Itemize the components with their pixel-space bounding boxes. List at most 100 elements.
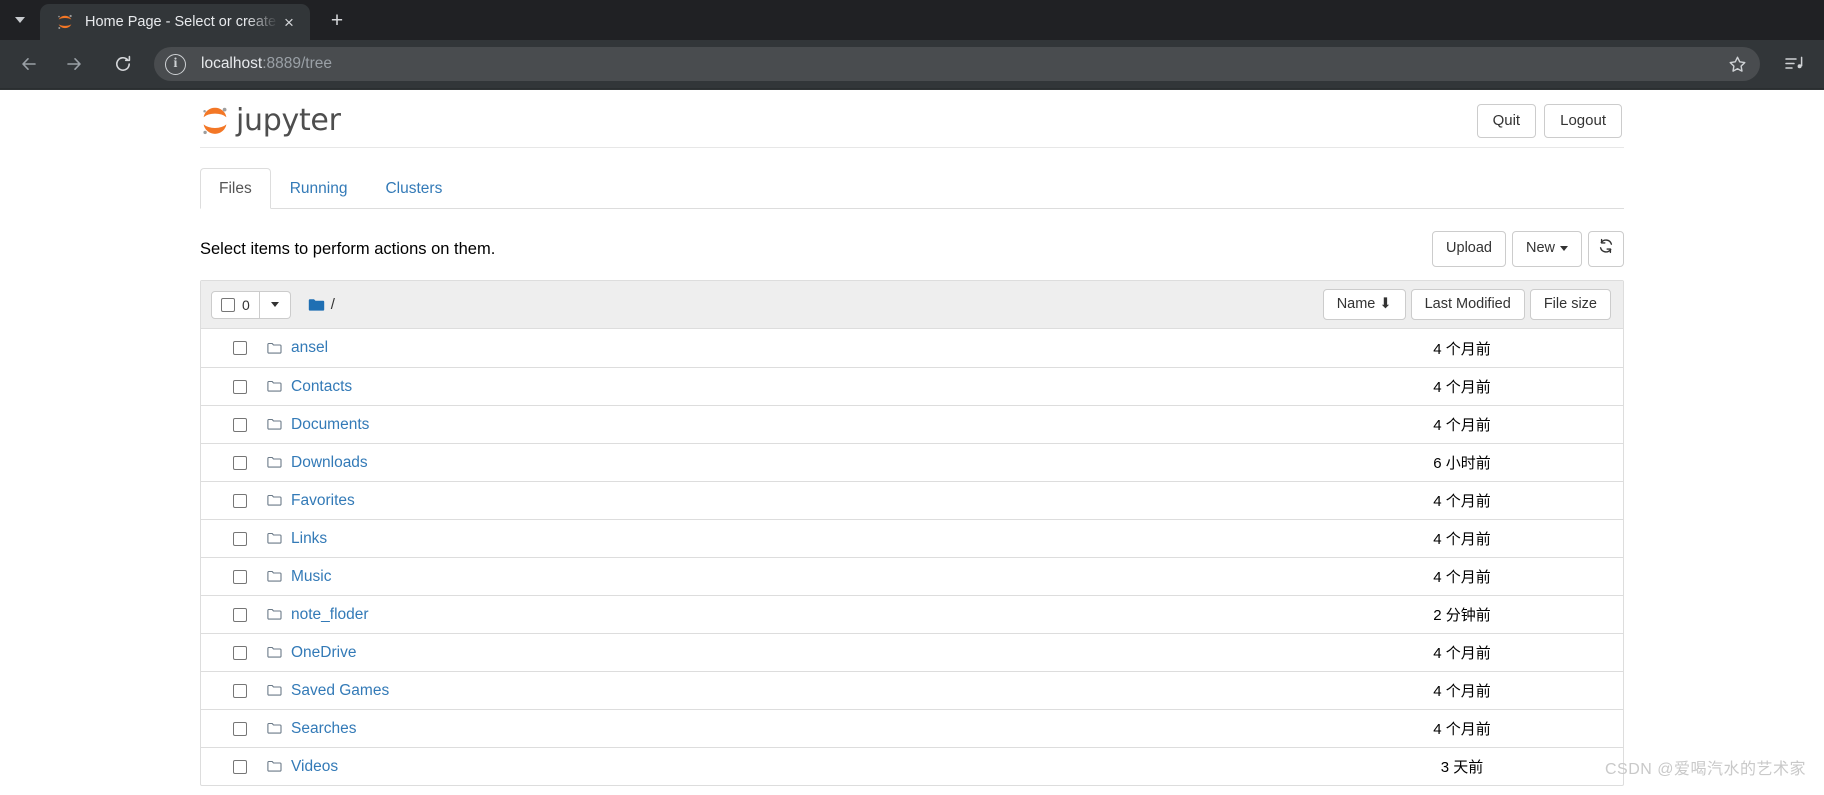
file-name-link[interactable]: Documents bbox=[291, 416, 369, 434]
table-row[interactable]: ansel 4 个月前 bbox=[201, 329, 1623, 367]
row-checkbox[interactable] bbox=[233, 379, 247, 394]
media-control-icon[interactable] bbox=[1776, 47, 1812, 81]
row-checkbox[interactable] bbox=[233, 607, 247, 622]
jupyter-header: jupyter Quit Logout bbox=[200, 90, 1624, 148]
file-name-link[interactable]: ansel bbox=[291, 339, 328, 357]
table-row[interactable]: Links 4 个月前 bbox=[201, 519, 1623, 557]
table-row[interactable]: OneDrive 4 个月前 bbox=[201, 633, 1623, 671]
table-row[interactable]: Downloads 6 小时前 bbox=[201, 443, 1623, 481]
actions-row: Select items to perform actions on them.… bbox=[200, 231, 1624, 267]
folder-icon bbox=[267, 684, 282, 697]
table-row[interactable]: Videos 3 天前 bbox=[201, 747, 1623, 785]
site-info-icon[interactable]: i bbox=[165, 53, 186, 75]
folder-icon bbox=[267, 646, 282, 659]
file-name-link[interactable]: Links bbox=[291, 530, 327, 548]
action-buttons: Upload New bbox=[1432, 231, 1624, 267]
logout-button[interactable]: Logout bbox=[1544, 103, 1622, 138]
file-name-link[interactable]: Searches bbox=[291, 720, 356, 738]
browser-tabstrip: Home Page - Select or create × + bbox=[0, 0, 1824, 40]
file-name-link[interactable]: Contacts bbox=[291, 378, 352, 396]
forward-arrow-icon[interactable] bbox=[57, 47, 91, 81]
quit-button[interactable]: Quit bbox=[1476, 103, 1537, 138]
sort-last-modified-button[interactable]: Last Modified bbox=[1410, 289, 1525, 321]
row-checkbox[interactable] bbox=[233, 569, 247, 584]
url-host: localhost bbox=[201, 55, 263, 72]
new-tab-button[interactable]: + bbox=[320, 4, 354, 38]
refresh-button[interactable] bbox=[1588, 231, 1624, 267]
watermark: CSDN @爱喝汽水的艺术家 bbox=[1604, 761, 1806, 778]
row-checkbox[interactable] bbox=[233, 721, 247, 736]
sort-name-button[interactable]: Name ⬇ bbox=[1322, 289, 1406, 321]
jupyter-logo[interactable]: jupyter bbox=[200, 103, 341, 138]
file-modified: 4 个月前 bbox=[1433, 379, 1491, 397]
row-checkbox[interactable] bbox=[233, 759, 247, 774]
table-row[interactable]: Music 4 个月前 bbox=[201, 557, 1623, 595]
file-modified: 4 个月前 bbox=[1433, 493, 1491, 511]
browser-tab-title: Home Page - Select or create bbox=[85, 14, 277, 30]
row-checkbox[interactable] bbox=[233, 493, 247, 508]
file-list: ansel 4 个月前 Contacts 4 个月前 Documents 4 个月前 Dow… bbox=[201, 329, 1623, 785]
sort-name-label: Name bbox=[1336, 296, 1376, 312]
new-dropdown-label: New bbox=[1525, 240, 1555, 257]
table-row[interactable]: note_floder 2 分钟前 bbox=[201, 595, 1623, 633]
table-row[interactable]: Favorites 4 个月前 bbox=[201, 481, 1623, 519]
select-all-checkbox[interactable] bbox=[221, 297, 235, 312]
breadcrumb-path[interactable]: / bbox=[331, 296, 335, 313]
row-checkbox[interactable] bbox=[233, 417, 247, 432]
tab-running[interactable]: Running bbox=[271, 168, 367, 209]
jupyter-container: jupyter Quit Logout Files Running Cluste… bbox=[200, 90, 1624, 787]
back-arrow-icon[interactable] bbox=[12, 47, 46, 81]
file-modified: 2 分钟前 bbox=[1433, 607, 1491, 625]
browser-toolbar: i localhost:8889/tree bbox=[0, 40, 1824, 88]
selection-hint-text: Select items to perform actions on them. bbox=[200, 239, 496, 258]
row-checkbox[interactable] bbox=[233, 645, 247, 660]
row-checkbox[interactable] bbox=[233, 531, 247, 546]
toolbar-right-icons bbox=[1770, 47, 1812, 81]
jupyter-page: jupyter Quit Logout Files Running Cluste… bbox=[0, 90, 1824, 795]
file-name-link[interactable]: Saved Games bbox=[291, 682, 389, 700]
select-dropdown-button[interactable] bbox=[259, 290, 291, 319]
file-modified: 4 个月前 bbox=[1433, 645, 1491, 663]
tab-clusters[interactable]: Clusters bbox=[366, 168, 461, 209]
table-row[interactable]: Documents 4 个月前 bbox=[201, 405, 1623, 443]
upload-button[interactable]: Upload bbox=[1432, 231, 1506, 267]
select-all-checkbox-box[interactable]: 0 bbox=[211, 290, 260, 319]
folder-icon bbox=[308, 298, 325, 312]
table-row[interactable]: Saved Games 4 个月前 bbox=[201, 671, 1623, 709]
sort-file-size-button[interactable]: File size bbox=[1529, 289, 1611, 321]
file-modified: 4 个月前 bbox=[1433, 683, 1491, 701]
table-row[interactable]: Searches 4 个月前 bbox=[201, 709, 1623, 747]
file-modified: 6 小时前 bbox=[1433, 455, 1491, 473]
file-name-link[interactable]: Favorites bbox=[291, 492, 355, 510]
file-list-panel: 0 / Name ⬇ Last Modified File size ansel… bbox=[200, 280, 1624, 787]
folder-icon bbox=[267, 570, 282, 583]
file-modified: 4 个月前 bbox=[1433, 569, 1491, 587]
bookmark-star-icon[interactable] bbox=[1722, 49, 1752, 79]
chevron-down-icon bbox=[1560, 245, 1568, 251]
close-icon[interactable]: × bbox=[278, 11, 300, 33]
file-name-link[interactable]: Downloads bbox=[291, 454, 368, 472]
tab-files[interactable]: Files bbox=[200, 168, 271, 209]
file-name-link[interactable]: note_floder bbox=[291, 606, 369, 624]
jupyter-favicon-icon bbox=[56, 13, 74, 31]
new-dropdown-button[interactable]: New bbox=[1511, 231, 1582, 267]
file-modified: 4 个月前 bbox=[1433, 721, 1491, 739]
tab-search-button[interactable] bbox=[0, 0, 40, 40]
folder-icon bbox=[267, 380, 282, 393]
row-checkbox[interactable] bbox=[233, 683, 247, 698]
reload-icon[interactable] bbox=[106, 47, 140, 81]
table-row[interactable]: Contacts 4 个月前 bbox=[201, 367, 1623, 405]
file-name-link[interactable]: OneDrive bbox=[291, 644, 356, 662]
folder-icon bbox=[267, 608, 282, 621]
file-modified: 3 天前 bbox=[1440, 759, 1484, 777]
chevron-down-icon bbox=[270, 302, 279, 308]
file-name-link[interactable]: Videos bbox=[291, 758, 338, 776]
folder-icon bbox=[267, 494, 282, 507]
browser-tab[interactable]: Home Page - Select or create × bbox=[40, 4, 310, 40]
select-all-group: 0 bbox=[211, 290, 291, 319]
row-checkbox[interactable] bbox=[233, 455, 247, 470]
url-path: :8889/tree bbox=[262, 55, 332, 72]
file-name-link[interactable]: Music bbox=[291, 568, 331, 586]
row-checkbox[interactable] bbox=[233, 341, 247, 356]
address-bar[interactable]: i localhost:8889/tree bbox=[154, 47, 1760, 81]
